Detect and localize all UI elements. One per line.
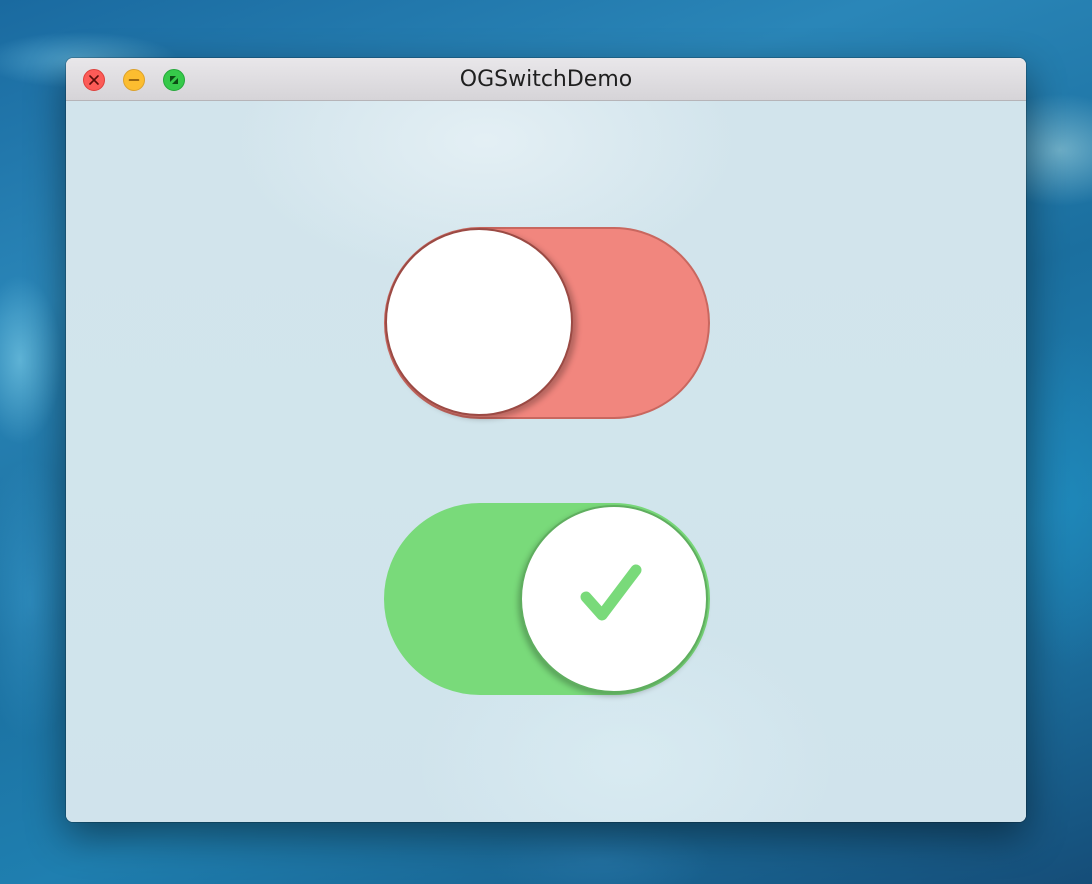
app-window: OGSwitchDemo [66, 58, 1026, 822]
checkmark-icon [580, 564, 642, 621]
switch-knob[interactable] [385, 228, 573, 416]
title-bar[interactable]: OGSwitchDemo [66, 58, 1026, 101]
window-title: OGSwitchDemo [459, 67, 633, 92]
switch-knob[interactable] [520, 505, 708, 693]
toggle-switch-off[interactable] [384, 227, 710, 419]
toggle-switch-on[interactable] [384, 503, 710, 695]
content-area [66, 101, 1026, 822]
